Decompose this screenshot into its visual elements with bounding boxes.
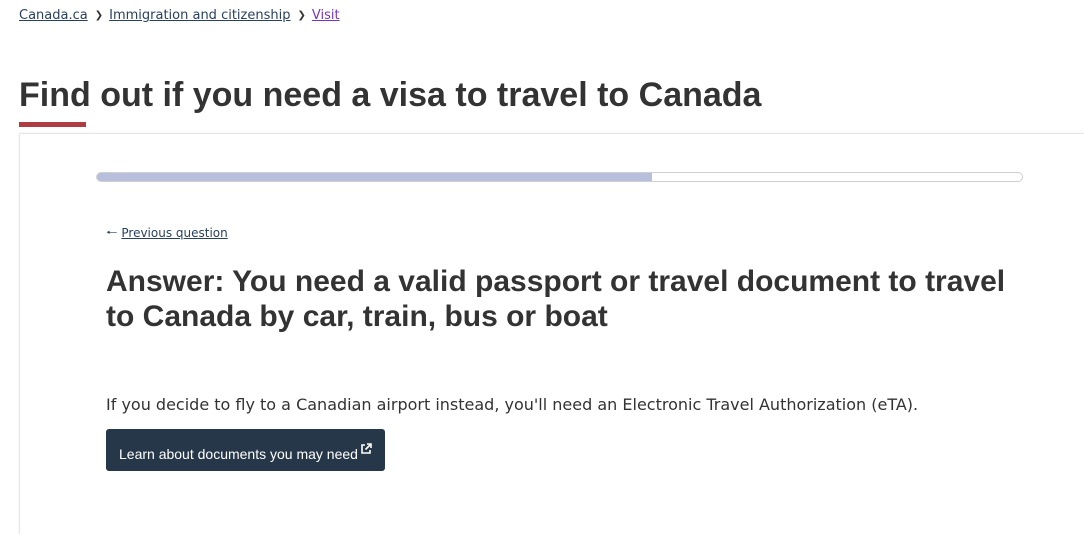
title-underline (19, 122, 86, 127)
previous-question-link[interactable]: Previous question (121, 226, 227, 240)
answer-heading: Answer: You need a valid passport or tra… (106, 265, 1006, 333)
breadcrumb-link-immigration[interactable]: Immigration and citizenship (109, 8, 290, 23)
breadcrumb-link-visit[interactable]: Visit (312, 8, 340, 23)
page-title: Find out if you need a visa to travel to… (19, 76, 762, 114)
previous-question: 🠐 Previous question (106, 225, 228, 242)
learn-button-label: Learn about documents you may need (119, 446, 358, 462)
breadcrumb-link-canada[interactable]: Canada.ca (19, 8, 88, 23)
arrow-left-icon: 🠐 (106, 226, 118, 241)
progress-bar (96, 172, 1023, 182)
external-link-icon (360, 429, 372, 471)
chevron-right-icon: ❯ (94, 10, 104, 21)
progress-fill (97, 173, 652, 181)
info-text: If you decide to fly to a Canadian airpo… (106, 395, 919, 414)
breadcrumb: Canada.ca ❯ Immigration and citizenship ❯ Vi… (19, 7, 340, 25)
learn-documents-button[interactable]: Learn about documents you may need (106, 429, 385, 471)
chevron-right-icon: ❯ (297, 10, 306, 21)
